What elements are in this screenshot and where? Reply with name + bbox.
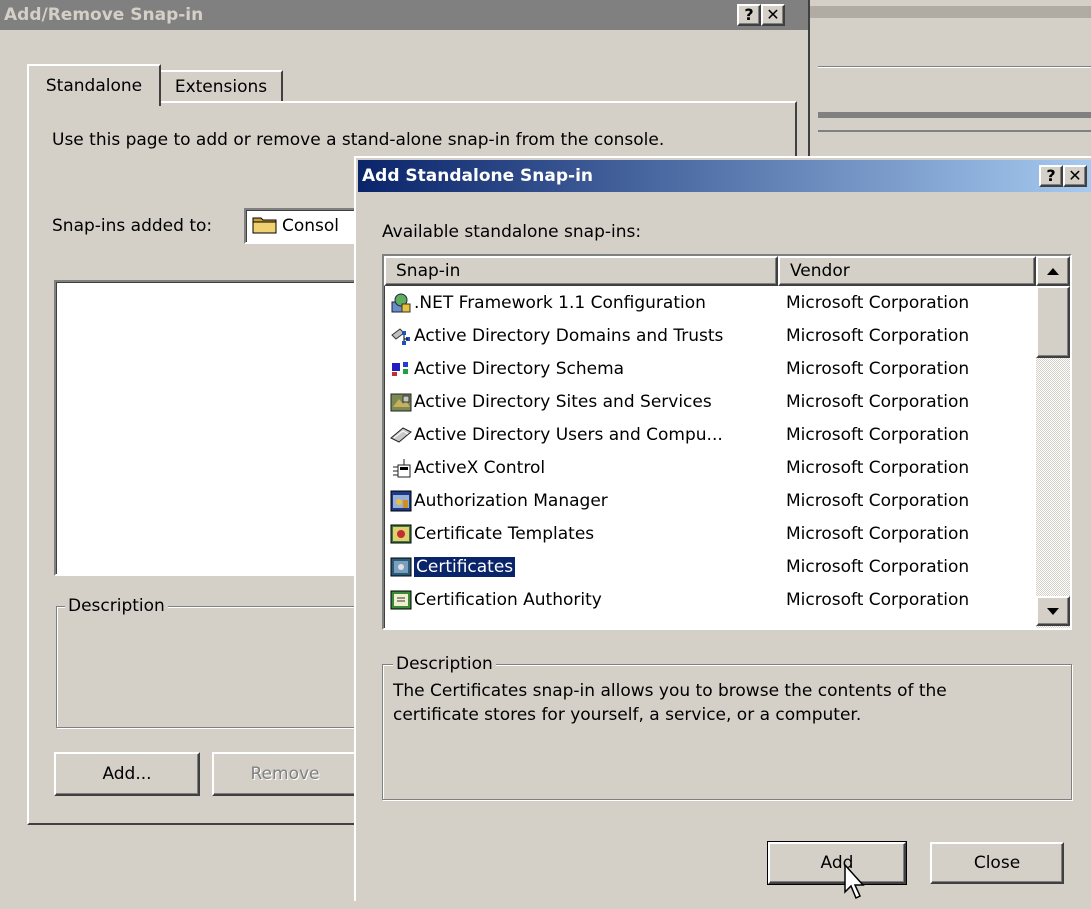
back-help-button[interactable]: ? — [737, 4, 761, 26]
certificate-templates-icon — [390, 523, 412, 545]
sites-services-icon — [390, 391, 412, 413]
back-description-group: Description — [56, 596, 376, 728]
list-item[interactable]: Active Directory Sites and Services Micr… — [384, 385, 1036, 418]
front-dialog-titlebar[interactable]: Add Standalone Snap-in — [358, 160, 1091, 192]
back-dialog-title: Add/Remove Snap-in — [4, 5, 204, 25]
arrow-down-icon — [1047, 607, 1059, 615]
tab-standalone[interactable]: Standalone — [27, 64, 161, 106]
column-header-vendor[interactable]: Vendor — [778, 256, 1036, 286]
list-item[interactable]: Active Directory Schema Microsoft Corpor… — [384, 352, 1036, 385]
help-icon: ? — [744, 5, 754, 24]
authorization-manager-icon — [390, 490, 412, 512]
list-item[interactable]: Certification Authority Microsoft Corpor… — [384, 583, 1036, 616]
scroll-down-button[interactable] — [1036, 596, 1070, 626]
front-description-text: The Certificates snap-in allows you to b… — [393, 681, 947, 725]
certification-authority-icon — [390, 589, 412, 611]
intro-text: Use this page to add or remove a stand-a… — [52, 130, 665, 150]
snapins-added-to-label: Snap-ins added to: — [52, 216, 213, 236]
close-icon: ✕ — [766, 5, 780, 24]
users-computers-icon — [390, 424, 412, 446]
scroll-up-button[interactable] — [1036, 256, 1070, 286]
background-window-bar — [818, 112, 1091, 118]
front-close-button[interactable]: ✕ — [1063, 165, 1087, 187]
list-item[interactable]: Active Directory Users and Compu... Micr… — [384, 418, 1036, 451]
list-item-selected[interactable]: Certificates Microsoft Corporation — [384, 550, 1036, 583]
front-description-label: Description — [393, 654, 496, 674]
help-icon: ? — [1046, 166, 1056, 185]
mouse-cursor-icon — [844, 863, 868, 904]
list-item[interactable]: .NET Framework 1.1 Configuration Microso… — [384, 286, 1036, 319]
listview-scrollbar[interactable] — [1036, 256, 1070, 628]
back-description-label: Description — [65, 596, 168, 616]
front-description-group: Description The Certificates snap-in all… — [382, 654, 1072, 800]
certificates-icon — [390, 556, 412, 578]
background-window-bar — [818, 130, 1091, 152]
list-item[interactable]: Authorization Manager Microsoft Corporat… — [384, 484, 1036, 517]
column-header-snapin[interactable]: Snap-in — [384, 256, 778, 286]
available-snapins-listview[interactable]: Snap-in Vendor .NET Framework 1.1 Config… — [382, 254, 1072, 630]
available-snapins-label: Available standalone snap-ins: — [382, 222, 642, 242]
schema-icon — [390, 358, 412, 380]
back-add-button[interactable]: Add... — [54, 752, 200, 796]
folder-icon — [252, 214, 278, 239]
arrow-up-icon — [1047, 267, 1059, 275]
list-item[interactable]: Certificate Templates Microsoft Corporat… — [384, 517, 1036, 550]
front-dialog-title: Add Standalone Snap-in — [362, 166, 594, 186]
close-icon: ✕ — [1068, 166, 1082, 185]
add-standalone-snapin-dialog: Add Standalone Snap-in ? ✕ Available sta… — [354, 156, 1091, 901]
list-item[interactable]: Active Directory Domains and Trusts Micr… — [384, 319, 1036, 352]
background-window-bar — [810, 6, 1091, 18]
list-item[interactable]: ActiveX Control Microsoft Corporation — [384, 451, 1036, 484]
net-framework-icon — [390, 292, 412, 314]
front-add-button[interactable]: Add — [767, 841, 907, 885]
listview-rows: .NET Framework 1.1 Configuration Microso… — [384, 286, 1036, 628]
remove-button[interactable]: Remove — [212, 752, 358, 796]
back-dialog-titlebar[interactable]: Add/Remove Snap-in — [0, 0, 810, 30]
back-close-button[interactable]: ✕ — [761, 4, 785, 26]
added-snapins-list[interactable] — [54, 280, 374, 576]
background-window-divider — [818, 66, 1091, 68]
tab-extensions[interactable]: Extensions — [159, 70, 283, 102]
front-close-dialog-button[interactable]: Close — [930, 842, 1064, 884]
activex-icon — [390, 457, 412, 479]
background-window — [808, 0, 1091, 160]
domains-trusts-icon — [390, 325, 412, 347]
front-help-button[interactable]: ? — [1039, 165, 1063, 187]
scroll-thumb[interactable] — [1036, 286, 1070, 358]
